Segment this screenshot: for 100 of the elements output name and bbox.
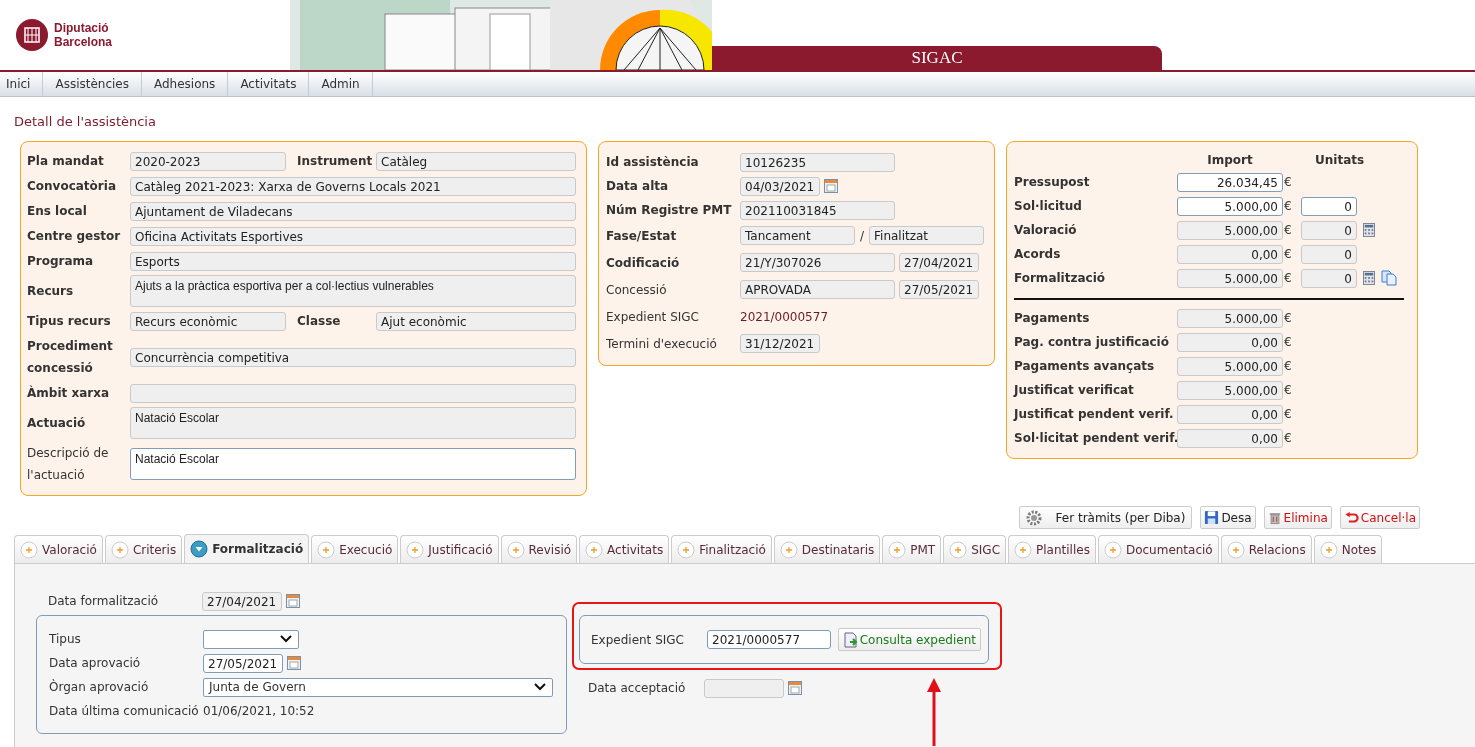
tab[interactable]: Activitats — [579, 535, 670, 563]
tab[interactable]: Formalització — [184, 534, 310, 563]
field-label: Justificat pendent verif. — [1014, 407, 1175, 421]
select-field[interactable] — [203, 629, 299, 649]
amount-field[interactable]: 0,00 — [1177, 332, 1283, 352]
field-label: Fase/Estat — [606, 228, 678, 243]
plus-icon — [949, 540, 968, 559]
tab[interactable]: SIGC — [943, 535, 1007, 563]
text-area[interactable]: Ajuts a la pràctica esportiva per a col·lectius vulnerables — [130, 275, 576, 307]
amount-field[interactable]: 5.000,00 — [1177, 356, 1283, 376]
collapse-icon — [190, 540, 209, 558]
consult-button[interactable]: Consulta expedient — [837, 628, 981, 651]
plus-icon — [317, 540, 336, 559]
amount-field[interactable]: 5.000,00 — [1177, 268, 1283, 288]
nav-item[interactable]: Activitats — [228, 72, 310, 96]
field-label: Classe — [296, 313, 342, 330]
calendar-icon[interactable] — [788, 681, 802, 695]
units-field[interactable]: 0 — [1301, 244, 1357, 264]
amount-field[interactable]: 5.000,00 — [1177, 220, 1283, 240]
tab[interactable]: Documentació — [1097, 535, 1219, 563]
tab[interactable]: Relacions — [1220, 535, 1312, 563]
tab[interactable]: Execució — [311, 535, 399, 563]
text-field[interactable]: 21/Y/307026 — [740, 253, 895, 272]
tab[interactable]: Criteris — [104, 535, 183, 563]
nav-item[interactable]: Adhesions — [142, 72, 229, 96]
text-field[interactable]: 202110031845 — [740, 200, 895, 220]
field-label: Òrgan aprovació — [49, 680, 150, 694]
tab[interactable]: Destinataris — [773, 535, 881, 563]
date-field[interactable] — [704, 678, 784, 698]
tab[interactable]: Revisió — [500, 535, 578, 563]
text-field[interactable]: 10126235 — [740, 152, 895, 172]
select-field[interactable]: Junta de Govern — [203, 677, 553, 697]
calculator-icon[interactable] — [1363, 223, 1375, 237]
text-area[interactable]: Natació Escolar — [130, 407, 576, 439]
cancel-button[interactable]: Cancel·la — [1339, 506, 1420, 529]
date-field[interactable]: 27/04/2021 — [899, 253, 979, 272]
text-field[interactable]: Concurrència competitiva — [130, 347, 576, 367]
column-header: Unitats — [1314, 153, 1366, 167]
text-field[interactable]: 2020-2023 — [130, 151, 286, 171]
text-field[interactable]: Ajuntament de Viladecans — [130, 201, 576, 221]
calendar-icon[interactable] — [286, 594, 300, 608]
text-field[interactable]: Recurs econòmic — [130, 311, 286, 331]
field-label: Pressupost — [1014, 175, 1091, 189]
amount-field[interactable]: 5.000,00 — [1177, 308, 1283, 328]
tab[interactable]: Valoració — [14, 535, 103, 563]
date-field[interactable]: 31/12/2021 — [740, 334, 820, 353]
amount-field[interactable]: 0,00 — [1177, 428, 1283, 448]
text-field[interactable]: Tancament — [740, 226, 855, 245]
delete-button[interactable]: Elimina — [1263, 506, 1332, 529]
amount-field[interactable]: 0,00 — [1177, 404, 1283, 424]
date-field[interactable]: 27/04/2021 — [202, 591, 282, 611]
nav-item[interactable]: Assistències — [43, 72, 142, 96]
units-field[interactable]: 0 — [1301, 196, 1357, 216]
calculator-icon[interactable] — [1363, 271, 1375, 285]
process-button[interactable]: Fer tràmits (per Diba) — [1018, 506, 1193, 529]
tab[interactable]: Finalització — [671, 535, 772, 563]
copy-icon[interactable] — [1381, 270, 1397, 286]
field-label: Ens local — [27, 203, 88, 220]
plus-icon — [110, 540, 129, 559]
amount-field[interactable]: 26.034,45 — [1177, 172, 1283, 192]
amount-field[interactable]: 0,00 — [1177, 244, 1283, 264]
save-button[interactable]: Desa — [1200, 506, 1256, 529]
text-field[interactable]: Catàleg 2021-2023: Xarxa de Governs Locals 2021 — [130, 176, 576, 196]
currency-text: € — [1283, 407, 1293, 421]
text-field[interactable]: Esports — [130, 251, 576, 271]
text-field[interactable]: Ajut econòmic — [376, 311, 576, 331]
logo-text: Diputació Barcelona — [54, 21, 113, 49]
text-field[interactable]: Catàleg — [376, 151, 576, 171]
nav-item[interactable]: Inici — [0, 72, 44, 96]
date-field[interactable]: 27/05/2021 — [203, 653, 283, 673]
currency-text: € — [1283, 359, 1293, 373]
units-field[interactable]: 0 — [1301, 268, 1357, 288]
field-label: Pagaments avançats — [1014, 359, 1156, 373]
nav-item[interactable]: Admin — [309, 72, 373, 96]
tab[interactable]: PMT — [882, 535, 942, 563]
value-text: 2021/0000577 — [740, 309, 829, 324]
field-label: Data acceptació — [588, 681, 687, 695]
units-field[interactable]: 0 — [1301, 220, 1357, 240]
text-area[interactable]: Natació Escolar — [130, 448, 576, 480]
document-icon — [842, 631, 859, 648]
text-field[interactable]: Oficina Activitats Esportives — [130, 226, 576, 246]
field-label: Tipus — [49, 632, 82, 646]
field-label: Àmbit xarxa — [27, 384, 110, 402]
calendar-icon[interactable] — [287, 656, 301, 670]
currency-text: € — [1283, 383, 1293, 397]
currency-text: € — [1283, 247, 1293, 261]
tab[interactable]: Plantilles — [1008, 535, 1096, 563]
text-field[interactable]: Finalitzat — [869, 226, 984, 245]
tab[interactable]: Justificació — [400, 535, 499, 563]
amount-field[interactable]: 5.000,00 — [1177, 380, 1283, 400]
text-field[interactable]: 2021/0000577 — [707, 630, 831, 649]
plus-icon — [506, 540, 525, 559]
amount-field[interactable]: 5.000,00 — [1177, 196, 1283, 216]
plus-icon — [1103, 540, 1122, 559]
calendar-icon[interactable] — [824, 179, 838, 193]
date-field[interactable]: 04/03/2021 — [740, 176, 820, 196]
date-field[interactable]: 27/05/2021 — [899, 280, 979, 299]
text-field[interactable] — [130, 383, 576, 403]
text-field[interactable]: APROVADA — [740, 280, 895, 299]
tab[interactable]: Notes — [1313, 535, 1383, 563]
